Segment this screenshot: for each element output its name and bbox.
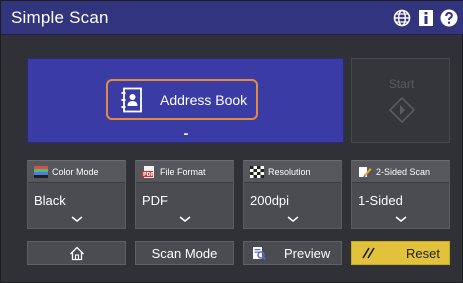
resolution-tile[interactable]: Resolution 200dpi — [243, 160, 342, 229]
page-title: Simple Scan — [11, 8, 109, 27]
file-format-value: PDF — [142, 193, 168, 208]
color-mode-value: Black — [34, 193, 66, 208]
two-sided-scan-label: 2-Sided Scan — [376, 166, 431, 177]
reset-icon — [362, 247, 375, 259]
simple-scan-screen: Simple Scan Address Book - Start Color M… — [0, 0, 463, 283]
title-bar: Simple Scan — [1, 1, 463, 35]
home-button[interactable] — [27, 241, 126, 265]
resolution-value: 200dpi — [250, 193, 290, 208]
two-sided-scan-value: 1-Sided — [358, 193, 403, 208]
address-book-button[interactable]: Address Book — [106, 79, 258, 120]
preview-label: Preview — [284, 245, 331, 261]
destination-panel: Address Book - — [27, 58, 344, 143]
two-sided-scan-tile[interactable]: 2-Sided Scan 1-Sided — [351, 160, 450, 229]
scan-mode-button[interactable]: Scan Mode — [135, 241, 234, 265]
start-diamond-icon — [389, 97, 415, 123]
home-icon — [69, 246, 84, 260]
chevron-down-icon — [287, 216, 299, 222]
start-label: Start — [388, 77, 415, 91]
reset-label: Reset — [406, 245, 440, 261]
address-book-icon — [121, 87, 142, 112]
color-mode-label: Color Mode — [52, 166, 99, 177]
info-icon[interactable] — [417, 9, 435, 27]
start-button[interactable]: Start — [351, 58, 450, 143]
globe-icon[interactable] — [393, 9, 411, 27]
reset-button[interactable]: Reset — [351, 241, 450, 265]
preview-button[interactable]: Preview — [243, 241, 342, 265]
resolution-icon — [250, 165, 264, 178]
resolution-label: Resolution — [268, 166, 311, 177]
help-icon[interactable] — [440, 9, 458, 27]
pdf-file-icon: PDF — [142, 165, 154, 178]
svg-text:PDF: PDF — [143, 172, 154, 178]
address-book-label: Address Book — [160, 91, 248, 108]
two-sided-scan-icon — [359, 166, 372, 177]
color-mode-icon — [34, 165, 48, 178]
color-mode-tile[interactable]: Color Mode Black — [27, 160, 126, 229]
scan-mode-label: Scan Mode — [151, 245, 218, 261]
preview-icon — [253, 247, 266, 260]
chevron-down-icon — [395, 216, 407, 222]
file-format-tile[interactable]: PDF File Format PDF — [135, 160, 234, 229]
chevron-down-icon — [179, 216, 191, 222]
file-format-label: File Format — [160, 166, 206, 177]
chevron-down-icon — [71, 216, 83, 222]
destination-count: - — [183, 125, 189, 141]
